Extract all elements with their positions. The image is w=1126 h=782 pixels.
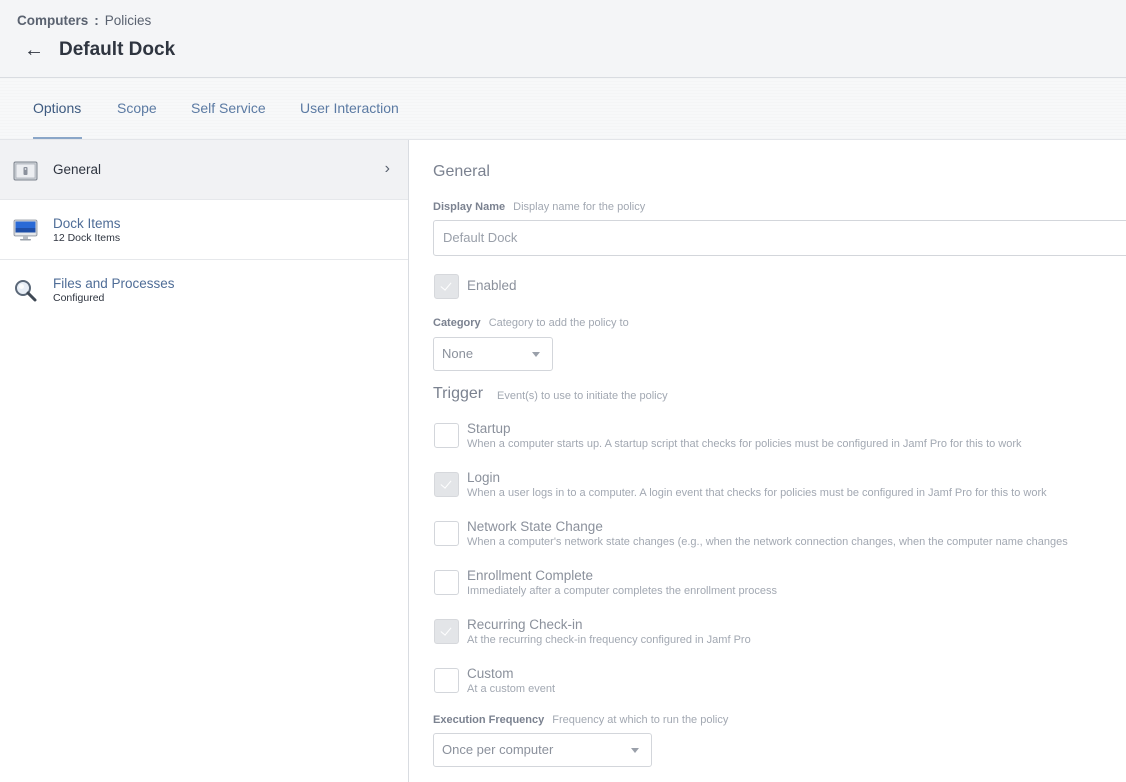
dropdown-caret-icon	[631, 748, 639, 753]
trigger-recurring-check-in-checkbox[interactable]	[434, 619, 459, 644]
breadcrumb-computers[interactable]: Computers	[17, 13, 88, 28]
execution-frequency-label-text: Execution Frequency	[433, 714, 545, 726]
trigger-enrollment-complete-checkbox[interactable]	[434, 570, 459, 595]
trigger-login-desc: When a user logs in to a computer. A log…	[467, 487, 1047, 499]
sidebar-item-general[interactable]: General ›	[0, 140, 408, 200]
active-tab-indicator	[33, 137, 82, 139]
trigger-network-state-change-checkbox[interactable]	[434, 521, 459, 546]
general-icon	[13, 161, 38, 181]
trigger-title: Trigger	[433, 385, 484, 402]
trigger-startup-checkbox[interactable]	[434, 423, 459, 448]
category-select[interactable]: None	[433, 337, 553, 371]
trigger-recurring-check-in-desc: At the recurring check-in frequency conf…	[467, 634, 751, 646]
trigger-recurring-check-in-label: Recurring Check-in	[467, 617, 583, 632]
breadcrumb-separator: :	[94, 13, 99, 28]
display-name-field[interactable]: Default Dock	[433, 220, 1126, 256]
dropdown-caret-icon	[532, 352, 540, 357]
display-name-label: Display Name Display name for the policy	[433, 201, 645, 213]
display-name-label-text: Display Name	[433, 201, 506, 213]
breadcrumb-policies[interactable]: Policies	[105, 13, 152, 28]
sidebar-item-files-and-processes[interactable]: Files and Processes Configured	[0, 260, 408, 320]
category-label: Category Category to add the policy to	[433, 317, 629, 329]
display-name-hint: Display name for the policy	[513, 201, 646, 213]
trigger-network-state-change-label: Network State Change	[467, 519, 603, 534]
sidebar-item-dock-items[interactable]: Dock Items 12 Dock Items	[0, 200, 408, 260]
trigger-network-state-change-desc: When a computer's network state changes …	[467, 536, 1068, 548]
trigger-enrollment-complete-desc: Immediately after a computer completes t…	[467, 585, 777, 597]
tab-scope[interactable]: Scope	[117, 100, 157, 116]
category-select-value: None	[442, 346, 474, 361]
sidebar-item-label: General	[53, 162, 102, 177]
tab-bar: Options Scope Self Service User Interact…	[0, 78, 1126, 140]
chevron-right-icon: ›	[384, 160, 390, 177]
execution-frequency-label: Execution Frequency Frequency at which to…	[433, 714, 728, 726]
sidebar-item-subtitle: Configured	[53, 292, 105, 304]
trigger-startup-desc: When a computer starts up. A startup scr…	[467, 438, 1022, 450]
tab-options[interactable]: Options	[33, 100, 81, 116]
page-header: Computers: Policies ← Default Dock	[0, 0, 1126, 78]
trigger-custom-label: Custom	[467, 666, 514, 681]
sidebar-item-label: Dock Items	[53, 216, 121, 231]
magnifier-icon	[15, 280, 37, 302]
tab-self-service[interactable]: Self Service	[191, 100, 266, 116]
page-title: Default Dock	[59, 39, 176, 60]
trigger-custom-checkbox[interactable]	[434, 668, 459, 693]
trigger-hint: Event(s) to use to initiate the policy	[497, 390, 668, 402]
execution-frequency-select-value: Once per computer	[442, 742, 554, 757]
section-title: General	[433, 163, 490, 180]
back-arrow-icon[interactable]: ←	[24, 38, 44, 62]
tab-user-interaction[interactable]: User Interaction	[300, 100, 399, 116]
enabled-label: Enabled	[467, 278, 517, 293]
execution-frequency-hint: Frequency at which to run the policy	[552, 714, 729, 726]
breadcrumb: Computers: Policies	[17, 13, 151, 28]
trigger-login-label: Login	[467, 470, 501, 485]
general-panel: General Display Name Display name for the…	[409, 140, 1126, 782]
category-hint: Category to add the policy to	[488, 317, 629, 329]
sidebar: General › Dock Items 12 Dock Items Files…	[0, 140, 409, 782]
monitor-icon	[13, 219, 38, 241]
category-label-text: Category	[433, 317, 481, 329]
sidebar-item-subtitle: 12 Dock Items	[53, 232, 121, 244]
trigger-startup-label: Startup	[467, 421, 511, 436]
trigger-custom-desc: At a custom event	[467, 683, 556, 695]
enabled-checkbox[interactable]	[434, 274, 459, 299]
trigger-enrollment-complete-label: Enrollment Complete	[467, 568, 594, 583]
trigger-login-checkbox[interactable]	[434, 472, 459, 497]
execution-frequency-select[interactable]: Once per computer	[433, 733, 652, 767]
sidebar-item-label: Files and Processes	[53, 276, 175, 291]
